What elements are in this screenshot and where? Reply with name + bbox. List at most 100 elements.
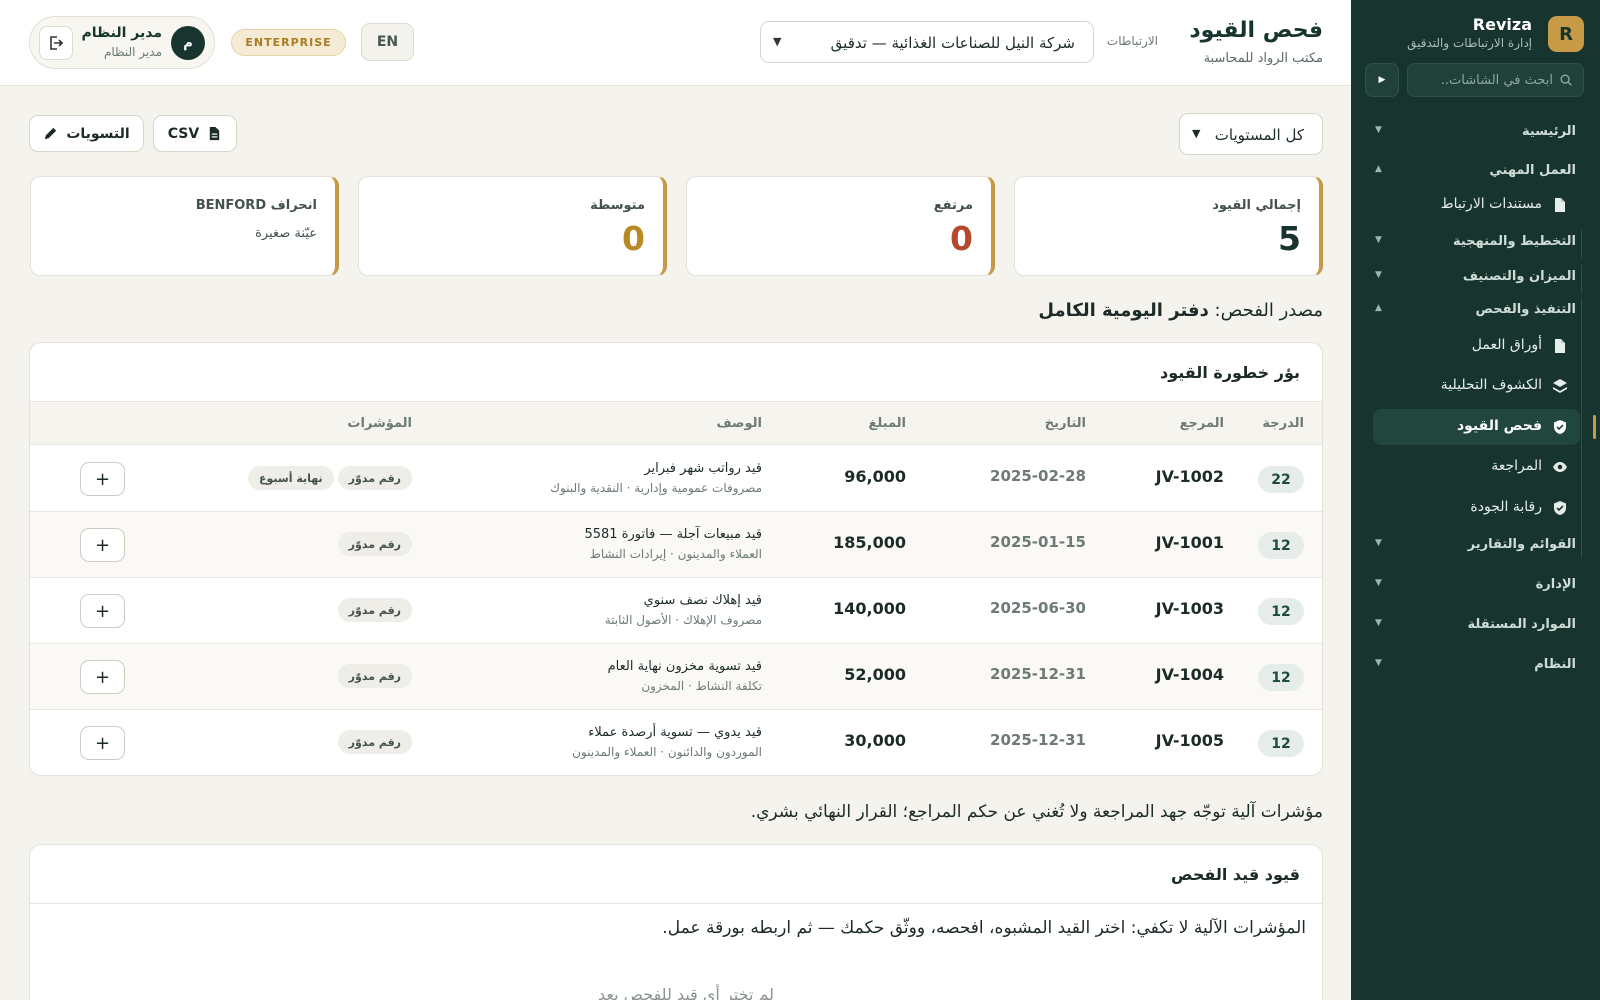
user-menu[interactable]: م مدير النظام مدير النظام: [29, 16, 215, 69]
risk-table-panel: بؤر خطورة القيود الدرجة المرجع التاريخ ا…: [29, 342, 1323, 776]
panel-title: بؤر خطورة القيود: [1160, 363, 1300, 382]
stat-high-value: 0: [950, 219, 973, 258]
adjustments-button[interactable]: التسويات: [29, 115, 144, 152]
table-row[interactable]: 22 JV-1002 2025-02-28 96,000 قيد رواتب شهر ف…: [30, 446, 1322, 512]
nav-section-planning[interactable]: التخطيط والمنهجية ▼: [1375, 230, 1576, 254]
topbar: فحص القيود مكتب الرواد للمحاسبة الارتباط…: [0, 0, 1351, 86]
group-divider: [1581, 265, 1582, 293]
stat-total-value: 5: [1278, 219, 1301, 258]
main-content: كل المستويات ▼ CSV التسويات إجمالي القيو…: [0, 86, 1351, 1000]
layers-icon: [1553, 379, 1567, 393]
add-to-review-button[interactable]: +: [80, 462, 125, 496]
document-icon: [1555, 339, 1565, 353]
chevron-down-icon: ▼: [1375, 125, 1382, 135]
search-icon: [1560, 74, 1572, 86]
journal-amount: 185,000: [833, 533, 906, 552]
eye-icon: [1553, 462, 1567, 472]
indicator-tag: رقم مدوّر: [337, 532, 412, 556]
add-to-review-button[interactable]: +: [80, 594, 125, 628]
stat-card-medium: متوسطة 0: [358, 176, 667, 276]
journal-accounts: مصروفات عمومية وإدارية · النقدية والبنوك: [550, 481, 762, 495]
journal-date: 2025-02-28: [990, 467, 1086, 485]
sidebar-item-review[interactable]: المراجعة: [1373, 449, 1580, 485]
sidebar-collapse-button[interactable]: ▶: [1365, 63, 1399, 97]
table-row[interactable]: 12 JV-1005 2025-12-31 30,000 قيد يدوي — تسوي…: [30, 710, 1322, 775]
page-title: فحص القيود: [1189, 18, 1323, 43]
indicator-tag: رقم مدوّر: [337, 598, 412, 622]
avatar: م: [171, 26, 205, 60]
level-filter-select[interactable]: كل المستويات ▼: [1179, 113, 1323, 155]
indicator-tags: رقم مدوّر: [337, 598, 412, 622]
file-icon: [210, 126, 220, 141]
journal-amount: 30,000: [844, 731, 906, 750]
stat-card-high: مرتفع 0: [686, 176, 995, 276]
brand-logo: R: [1548, 16, 1584, 52]
sidebar-item-workpapers[interactable]: أوراق العمل: [1373, 328, 1580, 364]
sidebar: R Reviza إدارة الارتباطات والتدقيق ▶ الر…: [1351, 0, 1600, 1000]
nav-section-balance[interactable]: الميزان والتصنيف ▼: [1375, 265, 1576, 289]
stat-medium-value: 0: [622, 219, 645, 258]
table-row[interactable]: 12 JV-1001 2025-01-15 185,000 قيد مبيعات آجل…: [30, 512, 1322, 578]
journal-amount: 52,000: [844, 665, 906, 684]
chevron-right-icon: ▶: [1378, 75, 1386, 85]
engagement-select[interactable]: شركة النيل للصناعات الغذائية — تدقيق ▼: [760, 21, 1094, 63]
chevron-down-icon: ▼: [1375, 538, 1382, 548]
score-badge: 12: [1258, 598, 1304, 625]
table-row[interactable]: 12 JV-1003 2025-06-30 140,000 قيد إهلاك نصف …: [30, 578, 1322, 644]
user-role: مدير النظام: [103, 45, 162, 59]
stat-card-benford: انحراف BENFORD عيّنة صغيرة: [30, 176, 339, 276]
journal-description: قيد يدوي — تسوية أرصدة عملاء: [588, 725, 762, 740]
logout-button[interactable]: [39, 26, 73, 60]
score-badge: 12: [1258, 532, 1304, 559]
add-to-review-button[interactable]: +: [80, 660, 125, 694]
journal-description: قيد رواتب شهر فبراير: [644, 461, 762, 476]
divider: [30, 903, 1322, 904]
indicator-tags: رقم مدوّر: [337, 730, 412, 754]
journal-accounts: مصروف الإهلاك · الأصول الثابتة: [604, 613, 762, 627]
journal-date: 2025-12-31: [990, 665, 1086, 683]
stat-card-total: إجمالي القيود 5: [1014, 176, 1323, 276]
nav-section-system[interactable]: النظام ▼: [1375, 653, 1576, 677]
nav-section-execution[interactable]: التنفيذ والفحص ▲: [1375, 298, 1576, 322]
sidebar-item-analytics[interactable]: الكشوف التحليلية: [1373, 368, 1580, 404]
score-badge: 12: [1258, 730, 1304, 757]
add-to-review-button[interactable]: +: [80, 726, 125, 760]
indicator-tags: رقم مدوّر: [337, 532, 412, 556]
chevron-down-icon: ▼: [773, 35, 782, 48]
engagement-label: الارتباطات: [1106, 34, 1158, 48]
language-toggle-button[interactable]: EN: [361, 23, 414, 61]
journal-ref: JV-1002: [1155, 467, 1224, 486]
chevron-down-icon: ▼: [1375, 270, 1382, 280]
nav-section-independent[interactable]: الموارد المستقلة ▼: [1375, 613, 1576, 637]
nav-section-professional[interactable]: العمل المهني ▲: [1375, 159, 1576, 183]
sidebar-item-quality[interactable]: رقابة الجودة: [1373, 490, 1580, 526]
indicator-tag: رقم مدوّر: [337, 466, 412, 490]
nav-section-reports[interactable]: القوائم والتقارير ▼: [1375, 533, 1576, 557]
journal-accounts: تكلفة النشاط · المخزون: [641, 679, 762, 693]
journal-description: قيد إهلاك نصف سنوي: [643, 593, 762, 608]
brand-name: Reviza: [1472, 15, 1532, 34]
table-row[interactable]: 12 JV-1004 2025-12-31 52,000 قيد تسوية مخزون…: [30, 644, 1322, 710]
table-header: الدرجة المرجع التاريخ المبلغ الوصف المؤش…: [30, 401, 1322, 445]
brand: R Reviza إدارة الارتباطات والتدقيق: [1367, 14, 1584, 54]
search-input[interactable]: [1413, 64, 1553, 96]
score-badge: 12: [1258, 664, 1304, 691]
benford-note: عيّنة صغيرة: [255, 226, 317, 241]
group-divider: [1581, 298, 1582, 558]
nav-section-home[interactable]: الرئيسية ▼: [1375, 120, 1576, 144]
pencil-icon: [45, 127, 57, 140]
nav-section-admin[interactable]: الإدارة ▼: [1375, 573, 1576, 597]
add-to-review-button[interactable]: +: [80, 528, 125, 562]
journal-accounts: العملاء والمدينون · إيرادات النشاط: [589, 547, 762, 561]
source-line: مصدر الفحص: دفتر اليومية الكامل: [1038, 300, 1323, 321]
empty-state: لم تختر أي قيد للفحص بعد: [598, 985, 774, 1000]
chevron-down-icon: ▼: [1375, 235, 1382, 245]
sidebar-item-journal-testing[interactable]: فحص القيود: [1373, 409, 1596, 445]
user-name: مدير النظام: [81, 25, 162, 41]
brand-tagline: إدارة الارتباطات والتدقيق: [1407, 36, 1532, 50]
journal-ref: JV-1004: [1155, 665, 1224, 684]
journal-description: قيد مبيعات آجلة — فاتورة 5581: [584, 527, 762, 542]
sidebar-item-engagement-docs[interactable]: مستندات الارتباط: [1373, 187, 1580, 223]
page-subtitle: مكتب الرواد للمحاسبة: [1203, 51, 1323, 66]
export-csv-button[interactable]: CSV: [153, 115, 237, 152]
